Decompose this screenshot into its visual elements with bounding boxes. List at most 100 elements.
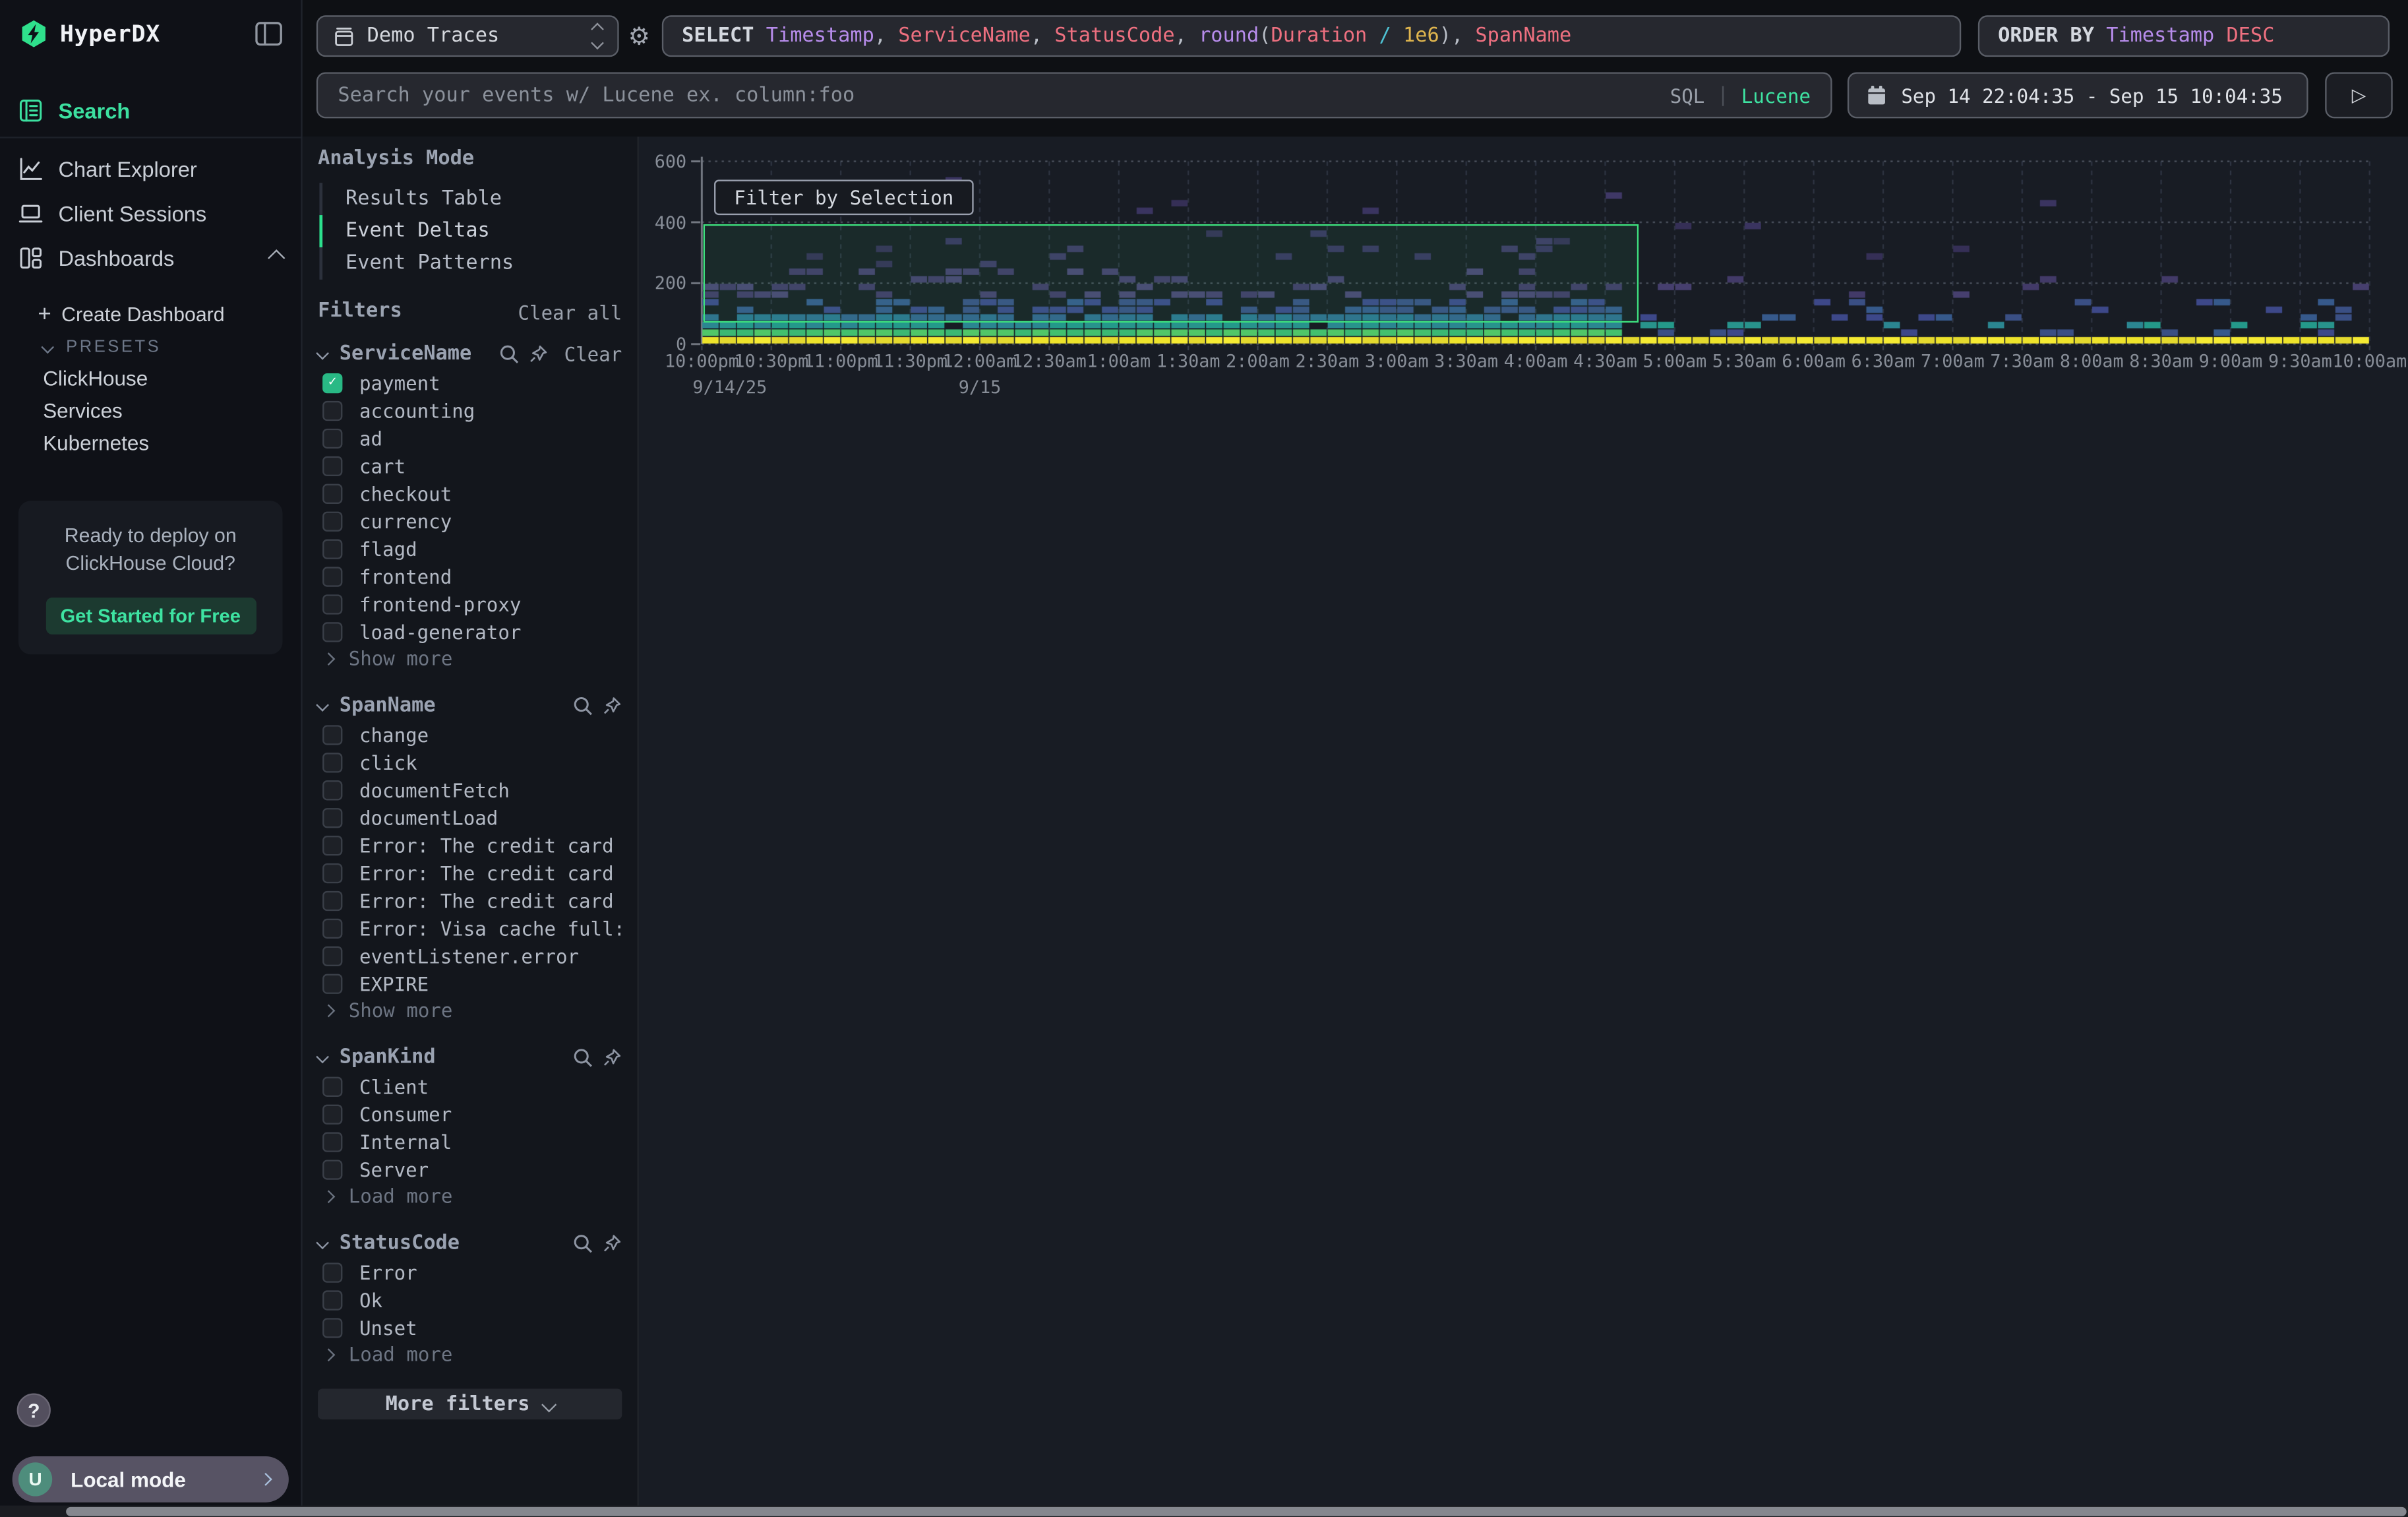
checkbox[interactable]: [322, 483, 342, 503]
horizontal-scrollbar-thumb[interactable]: [66, 1507, 2407, 1516]
filter-option-frontend-proxy[interactable]: frontend-proxy: [318, 590, 622, 617]
filter-option-cart[interactable]: cart: [318, 452, 622, 480]
filter-option-payment[interactable]: ✓payment: [318, 369, 622, 396]
filter-option-accounting[interactable]: accounting: [318, 396, 622, 424]
get-started-button[interactable]: Get Started for Free: [45, 598, 256, 635]
filter-option-flagd[interactable]: flagd: [318, 535, 622, 563]
sidebar-item-chart-explorer[interactable]: Chart Explorer: [0, 146, 301, 191]
checkbox[interactable]: [322, 594, 342, 613]
checkbox[interactable]: [322, 1159, 342, 1179]
checkbox[interactable]: [322, 863, 342, 882]
filter-option-error[interactable]: Error: [318, 1258, 622, 1286]
language-toggle-sql[interactable]: SQL: [1670, 84, 1705, 107]
filter-option-checkout[interactable]: checkout: [318, 480, 622, 507]
load-more-button[interactable]: Load more: [318, 1341, 622, 1367]
sidebar-item-dashboards[interactable]: Dashboards: [0, 235, 301, 280]
checkbox[interactable]: [322, 400, 342, 420]
search-input[interactable]: Search your events w/ Lucene ex. column:…: [316, 72, 1832, 118]
checkbox[interactable]: [322, 1289, 342, 1309]
filter-option-ok[interactable]: Ok: [318, 1285, 622, 1313]
sidebar-item-services[interactable]: Services: [0, 395, 301, 427]
collapse-sidebar-icon[interactable]: [255, 22, 283, 46]
checkbox[interactable]: [322, 752, 342, 772]
search-icon[interactable]: [573, 695, 593, 715]
pin-icon[interactable]: [602, 695, 622, 715]
filter-option-change[interactable]: change: [318, 720, 622, 748]
filter-group-header[interactable]: SpanKind: [318, 1041, 622, 1072]
sidebar-item-kubernetes[interactable]: Kubernetes: [0, 427, 301, 459]
checkbox[interactable]: [322, 780, 342, 799]
clear-group-button[interactable]: Clear: [564, 342, 622, 365]
analysis-option-event-patterns[interactable]: Event Patterns: [319, 247, 622, 280]
checkbox[interactable]: [322, 1103, 342, 1123]
search-icon[interactable]: [500, 344, 520, 363]
filter-option-server[interactable]: Server: [318, 1155, 622, 1183]
filter-by-selection-tooltip[interactable]: Filter by Selection: [714, 180, 974, 216]
filter-option-error-the-credit-card[interactable]: Error: The credit card (…: [318, 886, 622, 914]
checkbox[interactable]: [322, 946, 342, 966]
source-settings-gear-icon[interactable]: ⚙: [628, 15, 650, 57]
filter-option-documentfetch[interactable]: documentFetch: [318, 776, 622, 803]
checkbox-checked[interactable]: ✓: [322, 373, 342, 392]
presets-toggle[interactable]: PRESETS: [0, 332, 301, 363]
more-filters-button[interactable]: More filters: [318, 1388, 622, 1419]
analysis-option-results-table[interactable]: Results Table: [319, 183, 622, 215]
filter-option-client[interactable]: Client: [318, 1072, 622, 1100]
filter-option-click[interactable]: click: [318, 748, 622, 776]
date-range-picker[interactable]: Sep 14 22:04:35 - Sep 15 10:04:35: [1848, 72, 2308, 118]
checkbox[interactable]: [322, 511, 342, 530]
checkbox[interactable]: [322, 890, 342, 910]
filter-option-documentload[interactable]: documentLoad: [318, 803, 622, 831]
checkbox[interactable]: [322, 566, 342, 586]
filter-option-consumer[interactable]: Consumer: [318, 1100, 622, 1128]
checkbox[interactable]: [322, 724, 342, 744]
checkbox[interactable]: [322, 1317, 342, 1337]
filter-group-header[interactable]: SpanName: [318, 690, 622, 721]
pin-icon[interactable]: [602, 1047, 622, 1067]
run-query-button[interactable]: ▷: [2325, 72, 2392, 118]
load-more-button[interactable]: Load more: [318, 1183, 622, 1209]
checkbox[interactable]: [322, 1076, 342, 1096]
checkbox[interactable]: [322, 428, 342, 448]
sidebar-item-search[interactable]: Search: [0, 67, 301, 137]
checkbox[interactable]: [322, 835, 342, 855]
source-select[interactable]: Demo Traces: [316, 15, 619, 57]
help-button[interactable]: ?: [17, 1393, 51, 1427]
pin-icon[interactable]: [602, 1233, 622, 1253]
filter-option-eventlistener-error[interactable]: eventListener.error: [318, 942, 622, 970]
checkbox[interactable]: [322, 1262, 342, 1282]
filter-option-internal[interactable]: Internal: [318, 1128, 622, 1156]
order-by-input[interactable]: ORDER BY Timestamp DESC: [1978, 15, 2390, 57]
analysis-option-event-deltas[interactable]: Event Deltas: [319, 215, 622, 247]
sidebar-item-clickhouse[interactable]: ClickHouse: [0, 363, 301, 395]
checkbox[interactable]: [322, 621, 342, 641]
sql-select-input[interactable]: SELECT Timestamp, ServiceName, StatusCod…: [662, 15, 1961, 57]
clear-all-button[interactable]: Clear all: [518, 300, 622, 323]
filter-option-frontend[interactable]: frontend: [318, 562, 622, 590]
filter-group-header[interactable]: StatusCode: [318, 1227, 622, 1258]
chart-selection[interactable]: [704, 224, 1639, 322]
filter-option-load-generator[interactable]: load-generator: [318, 617, 622, 645]
checkbox[interactable]: [322, 807, 342, 827]
checkbox[interactable]: [322, 538, 342, 558]
filter-option-error-the-credit-card[interactable]: Error: The credit card (…: [318, 859, 622, 886]
local-mode-button[interactable]: U Local mode: [13, 1456, 289, 1502]
checkbox[interactable]: [322, 973, 342, 993]
filter-option-ad[interactable]: ad: [318, 424, 622, 452]
search-icon[interactable]: [573, 1047, 593, 1067]
filter-option-unset[interactable]: Unset: [318, 1313, 622, 1341]
language-toggle-lucene[interactable]: Lucene: [1741, 84, 1811, 107]
create-dashboard-button[interactable]: + Create Dashboard: [0, 295, 301, 332]
pin-icon[interactable]: [529, 344, 549, 363]
search-icon[interactable]: [573, 1233, 593, 1253]
filter-group-header[interactable]: ServiceNameClear: [318, 338, 622, 369]
show-more-button[interactable]: Show more: [318, 997, 622, 1024]
filter-option-error-visa-cache-full[interactable]: Error: Visa cache full: …: [318, 914, 622, 942]
sidebar-item-client-sessions[interactable]: Client Sessions: [0, 191, 301, 235]
filter-option-currency[interactable]: currency: [318, 507, 622, 535]
checkbox[interactable]: [322, 456, 342, 476]
filter-option-expire[interactable]: EXPIRE: [318, 970, 622, 997]
show-more-button[interactable]: Show more: [318, 645, 622, 671]
filter-option-error-the-credit-card[interactable]: Error: The credit card (…: [318, 831, 622, 859]
checkbox[interactable]: [322, 1131, 342, 1151]
